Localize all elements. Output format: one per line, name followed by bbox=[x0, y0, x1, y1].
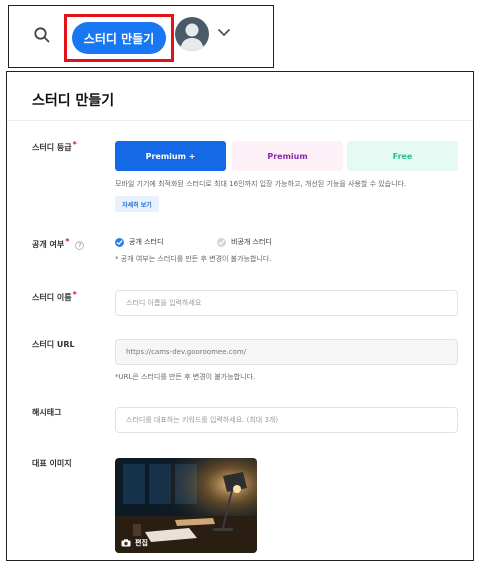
url-note: *URL은 스터디를 만든 후 변경이 불가능합니다. bbox=[115, 373, 256, 381]
required-mark: * bbox=[72, 140, 77, 149]
study-name-label: 스터디 이름* bbox=[32, 290, 77, 302]
required-mark: * bbox=[72, 290, 77, 299]
required-mark: * bbox=[65, 237, 70, 246]
radio-unchecked-icon bbox=[217, 237, 226, 247]
help-icon[interactable]: ? bbox=[75, 241, 85, 250]
edit-image-button[interactable]: 편집 bbox=[121, 538, 148, 548]
cover-image[interactable]: 편집 bbox=[115, 458, 257, 553]
page-title: 스터디 만들기 bbox=[32, 93, 115, 109]
hashtag-input[interactable]: 스터디를 대표하는 키워드를 입력하세요. (최대 3개) bbox=[115, 407, 458, 433]
avatar[interactable] bbox=[175, 17, 209, 51]
visibility-label: 공개 여부*? bbox=[32, 237, 85, 250]
radio-private-label: 비공개 스터디 bbox=[231, 238, 272, 246]
chevron-down-icon[interactable] bbox=[217, 28, 231, 38]
hashtag-label: 해시태그 bbox=[32, 408, 62, 417]
user-icon bbox=[180, 23, 204, 51]
study-url-label: 스터디 URL bbox=[32, 340, 75, 349]
create-study-button[interactable]: 스터디 만들기 bbox=[72, 22, 166, 54]
radio-public-label: 공개 스터디 bbox=[129, 238, 164, 246]
study-name-input[interactable]: 스터디 이름을 입력하세요 bbox=[115, 290, 458, 316]
camera-icon bbox=[121, 539, 131, 547]
search-icon[interactable] bbox=[33, 26, 51, 44]
tier-premium-button[interactable]: Premium bbox=[232, 141, 343, 171]
tier-label: 스터디 등급* bbox=[32, 140, 77, 152]
create-study-form: 스터디 만들기 스터디 등급* Premium + Premium Free 모… bbox=[6, 71, 474, 561]
edit-image-label: 편집 bbox=[135, 539, 148, 547]
radio-private-study[interactable]: 비공개 스터디 bbox=[217, 237, 272, 247]
create-study-highlight: 스터디 만들기 bbox=[64, 14, 174, 62]
study-url-field: https://cams-dev.gooroomee.com/ bbox=[115, 339, 458, 365]
tier-description: 모바일 기기에 최적화된 스터디로 최대 16인까지 입장 가능하고, 개선된 … bbox=[115, 180, 407, 188]
header-bar: 스터디 만들기 bbox=[8, 5, 274, 68]
image-label: 대표 이미지 bbox=[32, 459, 72, 468]
divider bbox=[7, 120, 473, 121]
tier-premium-plus-button[interactable]: Premium + bbox=[115, 141, 226, 171]
radio-checked-icon bbox=[115, 237, 124, 247]
radio-public-study[interactable]: 공개 스터디 bbox=[115, 237, 163, 247]
visibility-note: * 공개 여부는 스터디를 만든 후 변경이 불가능합니다. bbox=[115, 255, 272, 263]
tier-free-button[interactable]: Free bbox=[347, 141, 458, 171]
view-details-button[interactable]: 자세히 보기 bbox=[115, 196, 159, 212]
